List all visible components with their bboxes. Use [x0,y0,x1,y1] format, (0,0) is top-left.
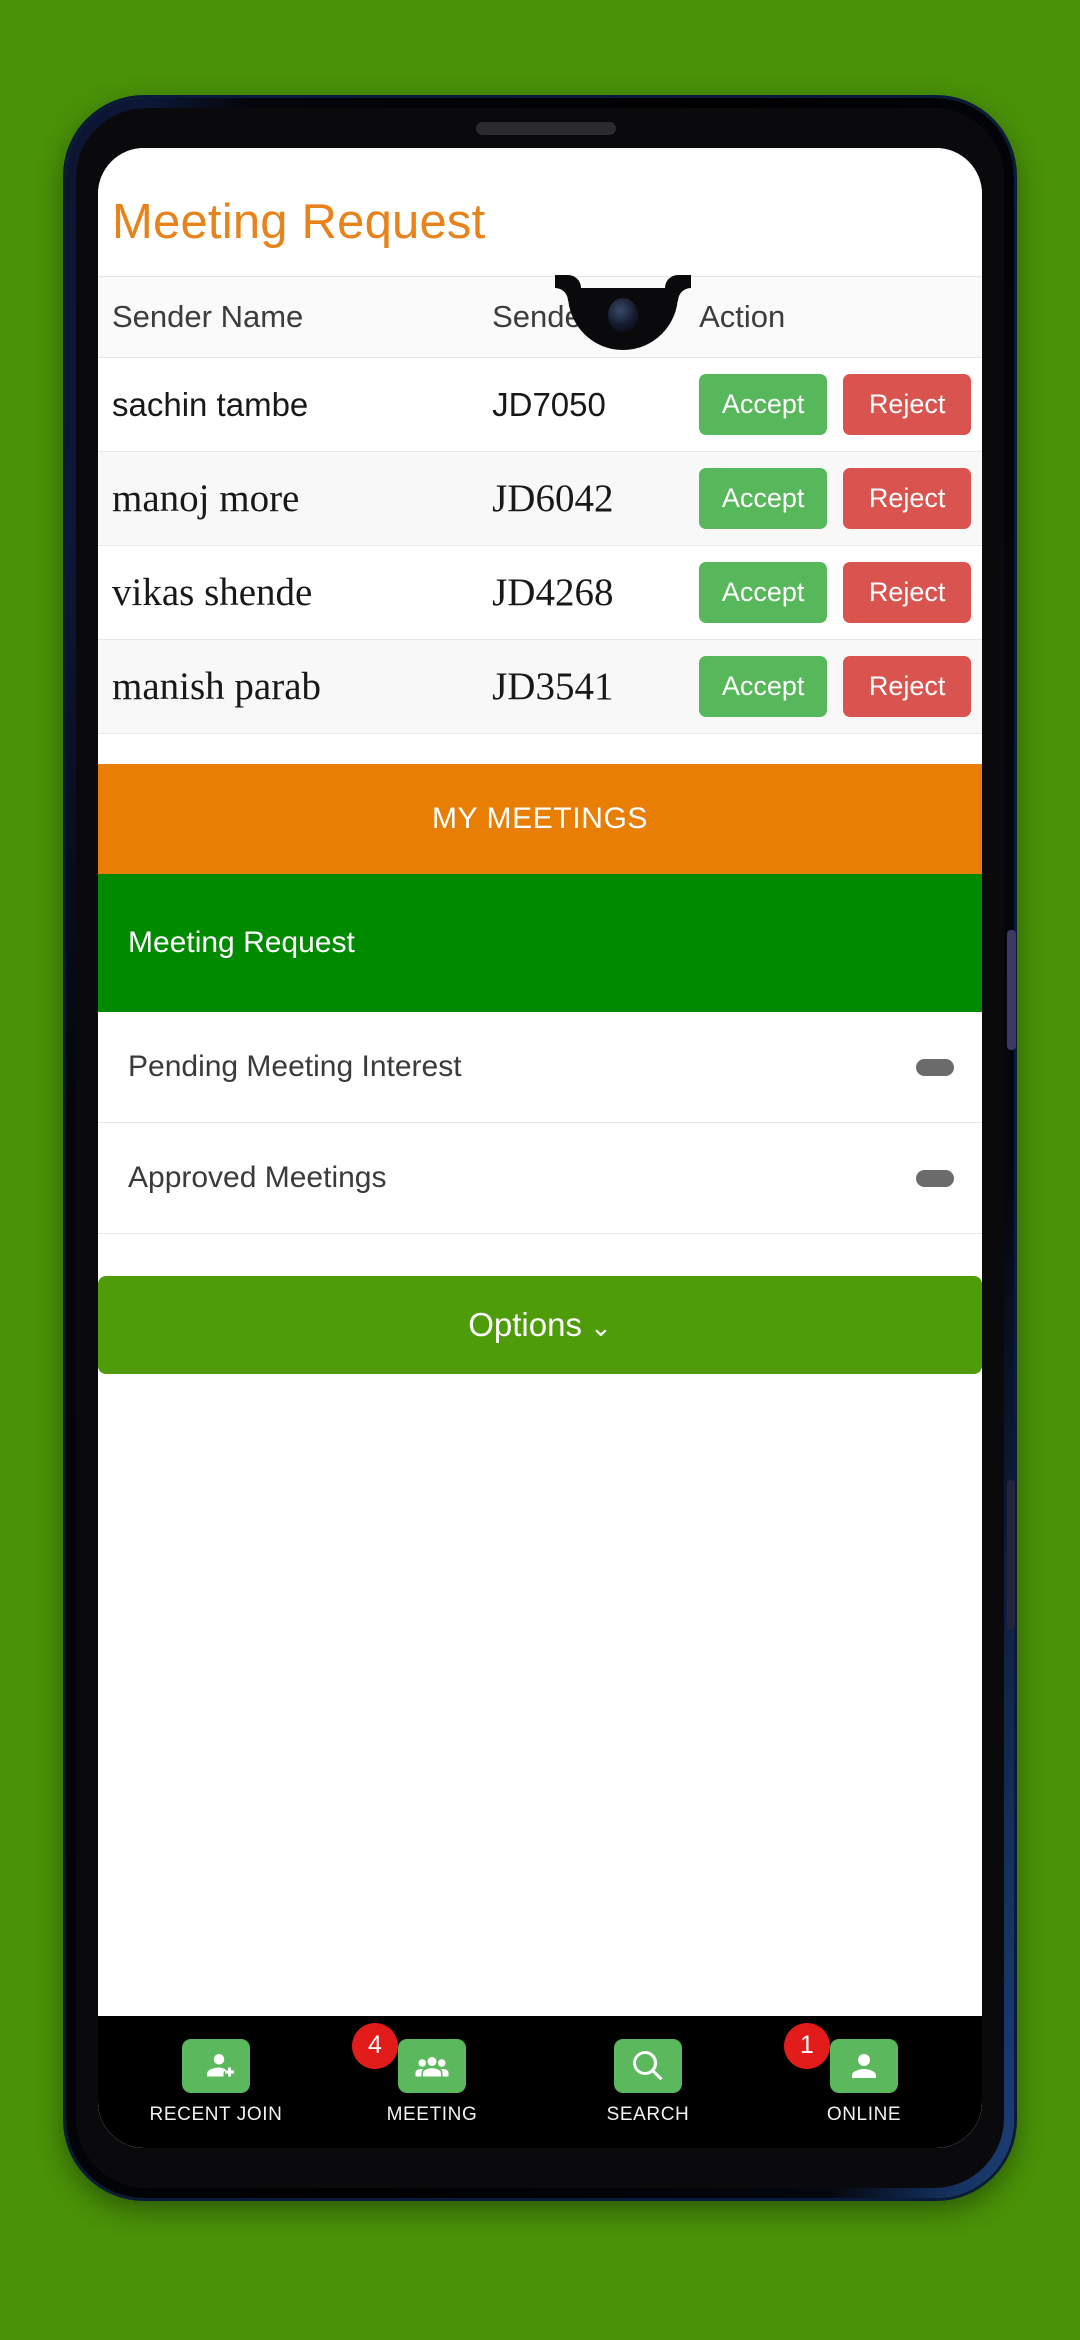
status-pill-badge [916,1058,954,1076]
options-button[interactable]: Options ⌄ [98,1276,982,1374]
table-header: Sender Name Sender ID Action [98,276,982,358]
nav-item-search[interactable]: SEARCH [563,2038,733,2126]
accept-button[interactable]: Accept [699,468,828,529]
nav-item-meeting[interactable]: 4 MEETING [347,2022,517,2126]
meeting-item-label: Meeting Request [128,926,355,959]
phone-screen: Meeting Request Sender Name Sender ID Ac… [98,148,982,2148]
search-icon[interactable] [614,2038,682,2093]
bottom-navigation: RECENT JOIN 4 MEETING SEARCH 1 ONLINE [98,2016,982,2148]
app-container: Meeting Request Sender Name Sender ID Ac… [98,148,982,2148]
action-buttons: Accept Reject [699,468,982,529]
meeting-list-item[interactable]: Meeting Request [98,874,982,1012]
cell-sender-id: JD4268 [478,545,700,640]
nav-item-recent-join[interactable]: RECENT JOIN [131,2038,301,2126]
meeting-requests-table: Sender Name Sender ID Action sachin tamb… [98,276,982,734]
table-row: manish parab JD3541 Accept Reject [98,639,982,734]
action-buttons: Accept Reject [699,374,982,435]
cell-action: Accept Reject [699,451,982,546]
cell-sender-id: JD3541 [478,639,700,734]
meeting-item-label: Pending Meeting Interest [128,1050,462,1083]
accept-button[interactable]: Accept [699,374,828,435]
chevron-down-icon: ⌄ [589,1312,612,1342]
meeting-list-item[interactable]: Pending Meeting Interest [98,1012,982,1123]
reject-button[interactable]: Reject [843,562,972,623]
volume-button[interactable] [1007,1480,1015,1630]
status-pill-badge [916,1169,954,1187]
cell-sender-name: vikas shende [98,545,479,640]
cell-action: Accept Reject [699,639,982,734]
nav-item-label: SEARCH [606,2103,690,2125]
my-meetings-list: Meeting Request Pending Meeting Interest A… [98,874,982,1234]
my-meetings-panel: MY MEETINGS Meeting Request Pending Meeti… [98,764,982,1234]
accept-button[interactable]: Accept [699,562,828,623]
reject-button[interactable]: Reject [843,656,972,717]
person-icon[interactable] [830,2038,898,2093]
table-row: vikas shende JD4268 Accept Reject [98,545,982,640]
table-row: sachin tambe JD7050 Accept Reject [98,357,982,452]
action-buttons: Accept Reject [699,656,982,717]
meeting-item-label: Approved Meetings [128,1161,387,1194]
my-meetings-header: MY MEETINGS [98,764,982,874]
reject-button[interactable]: Reject [843,374,972,435]
action-buttons: Accept Reject [699,562,982,623]
meeting-list-item[interactable]: Approved Meetings [98,1123,982,1234]
cell-sender-name: sachin tambe [98,357,479,452]
cell-action: Accept Reject [699,545,982,640]
reject-button[interactable]: Reject [843,468,972,529]
nav-item-label: MEETING [386,2103,478,2125]
cell-action: Accept Reject [699,357,982,452]
front-camera-icon [608,298,638,332]
nav-badge: 4 [352,2022,398,2069]
page-title: Meeting Request [112,195,486,249]
cell-sender-name: manish parab [98,639,479,734]
earpiece-speaker [476,122,616,135]
cell-sender-name: manoj more [98,451,479,546]
column-header-action: Action [699,276,982,358]
options-label: Options [468,1306,582,1343]
nav-item-label: RECENT JOIN [149,2103,283,2125]
nav-item-label: ONLINE [826,2103,902,2125]
power-button[interactable] [1007,930,1016,1050]
nav-item-online[interactable]: 1 ONLINE [779,2022,949,2126]
people-group-icon[interactable] [398,2038,466,2093]
app-body: Meeting Request Sender Name Sender ID Ac… [98,148,982,2016]
accept-button[interactable]: Accept [699,656,828,717]
cell-sender-id: JD6042 [478,451,700,546]
table-header-row: Sender Name Sender ID Action [98,276,982,358]
nav-badge: 1 [784,2022,830,2069]
table-body: sachin tambe JD7050 Accept Reject manoj more… [98,357,982,734]
cell-sender-id: JD7050 [478,357,700,452]
options-wrap: Options ⌄ [98,1234,982,1374]
column-header-sender-name: Sender Name [98,276,479,358]
table-row: manoj more JD6042 Accept Reject [98,451,982,546]
person-add-icon[interactable] [182,2038,250,2093]
